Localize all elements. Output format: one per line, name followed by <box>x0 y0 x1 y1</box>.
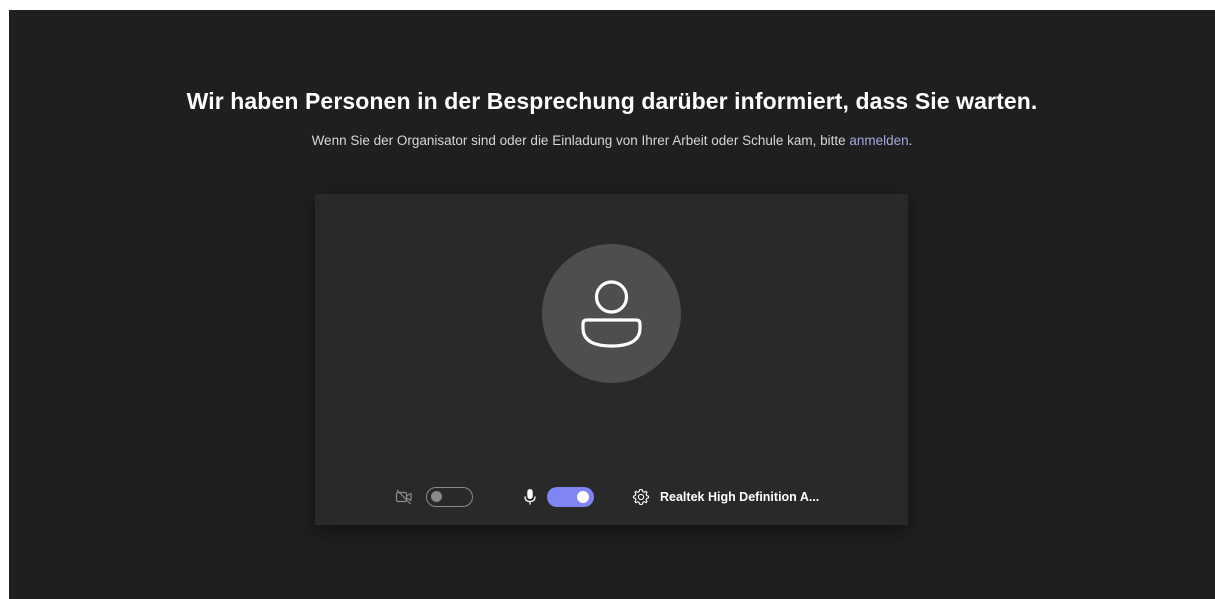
signin-hint-period: . <box>908 133 913 148</box>
microphone-control <box>523 483 594 511</box>
signin-hint: Wenn Sie der Organisator sind oder die E… <box>9 133 1215 148</box>
audio-device-control[interactable]: Realtek High Definition A... <box>632 483 819 511</box>
camera-toggle-knob <box>431 491 442 502</box>
gear-icon <box>632 488 650 506</box>
signin-hint-text: Wenn Sie der Organisator sind oder die E… <box>311 133 850 148</box>
person-icon <box>581 280 642 348</box>
microphone-toggle[interactable] <box>547 487 594 507</box>
microphone-icon <box>523 488 537 506</box>
avatar <box>542 244 681 383</box>
camera-toggle[interactable] <box>426 487 473 507</box>
camera-off-icon <box>395 488 413 506</box>
signin-link[interactable]: anmelden <box>849 133 908 148</box>
video-preview-panel: Realtek High Definition A... <box>315 194 908 525</box>
microphone-toggle-knob <box>577 491 589 503</box>
meeting-lobby: Wir haben Personen in der Besprechung da… <box>9 10 1215 599</box>
page-title: Wir haben Personen in der Besprechung da… <box>186 88 1038 114</box>
audio-device-label: Realtek High Definition A... <box>660 490 820 504</box>
camera-control <box>395 483 473 511</box>
